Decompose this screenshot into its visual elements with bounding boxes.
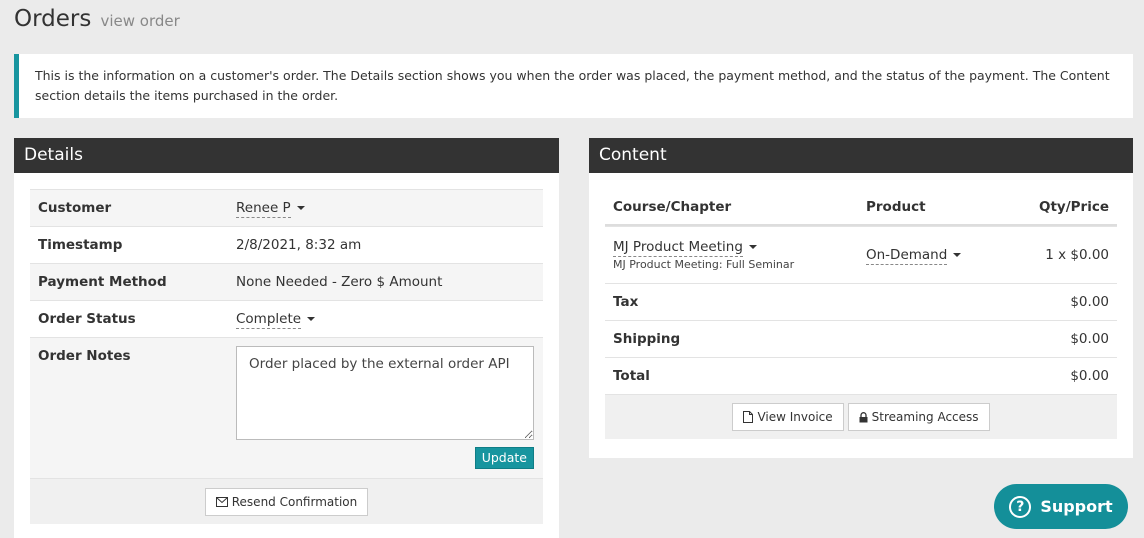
details-heading: Details: [14, 138, 559, 173]
customer-dropdown[interactable]: Renee P: [236, 190, 543, 226]
status-dropdown[interactable]: Complete: [236, 301, 543, 337]
tax-value: $0.00: [1070, 294, 1109, 310]
customer-row: Customer Renee P: [30, 189, 543, 226]
status-row: Order Status Complete: [30, 300, 543, 337]
file-icon: [743, 411, 754, 423]
details-table: Customer Renee P Timestamp 2/8/2021, 8:3…: [30, 189, 543, 524]
status-value[interactable]: Complete: [236, 311, 302, 329]
caret-down-icon[interactable]: [748, 245, 757, 249]
info-callout: This is the information on a customer's …: [14, 54, 1133, 118]
timestamp-row: Timestamp 2/8/2021, 8:32 am: [30, 226, 543, 263]
payment-row: Payment Method None Needed - Zero $ Amou…: [30, 263, 543, 300]
resend-confirmation-label: Resend Confirmation: [231, 494, 358, 509]
support-label: Support: [1040, 497, 1113, 516]
table-row: MJ Product Meeting MJ Product Meeting: F…: [605, 226, 1117, 283]
view-invoice-button[interactable]: View Invoice: [732, 403, 844, 431]
qty-price-value: 1 x $0.00: [1045, 247, 1109, 263]
customer-label: Customer: [38, 200, 112, 216]
question-circle-icon: ?: [1009, 495, 1032, 518]
info-text: This is the information on a customer's …: [35, 68, 1110, 103]
chapter-name: MJ Product Meeting: Full Seminar: [613, 258, 795, 271]
page-header: Orders view order: [14, 6, 180, 32]
resend-confirmation-button[interactable]: Resend Confirmation: [204, 487, 369, 516]
course-value[interactable]: MJ Product Meeting: [613, 239, 743, 257]
tax-row: Tax $0.00: [605, 283, 1117, 320]
payment-label: Payment Method: [38, 274, 167, 290]
content-panel: Content Course/Chapter Product Qty/Price…: [589, 138, 1133, 458]
timestamp-value: 2/8/2021, 8:32 am: [236, 237, 362, 253]
status-label: Order Status: [38, 311, 136, 327]
lock-icon: [859, 411, 868, 422]
view-invoice-label: View Invoice: [757, 410, 833, 424]
timestamp-label: Timestamp: [38, 237, 123, 253]
content-heading: Content: [589, 138, 1133, 173]
update-button[interactable]: Update: [474, 447, 534, 469]
column-qty-price: Qty/Price: [1039, 198, 1109, 215]
course-dropdown[interactable]: MJ Product Meeting: [613, 239, 866, 257]
streaming-access-button[interactable]: Streaming Access: [847, 403, 990, 431]
product-dropdown[interactable]: On-Demand: [866, 247, 1006, 265]
caret-down-icon[interactable]: [296, 206, 305, 210]
details-footer: Resend Confirmation: [30, 478, 543, 524]
notes-label: Order Notes: [38, 348, 131, 364]
total-row: Total $0.00: [605, 357, 1117, 394]
tax-label: Tax: [613, 294, 639, 310]
page-subtitle: view order: [100, 12, 180, 30]
payment-value: None Needed - Zero $ Amount: [236, 274, 443, 290]
envelope-icon: [215, 496, 228, 507]
caret-down-icon[interactable]: [953, 253, 962, 257]
shipping-row: Shipping $0.00: [605, 320, 1117, 357]
streaming-access-label: Streaming Access: [871, 410, 979, 424]
order-notes-textarea[interactable]: Order placed by the external order API: [236, 346, 534, 440]
total-value: $0.00: [1070, 368, 1109, 384]
content-footer: View Invoice Streaming Access: [605, 394, 1117, 439]
product-value[interactable]: On-Demand: [866, 247, 948, 265]
content-table-header: Course/Chapter Product Qty/Price: [605, 189, 1117, 226]
customer-value[interactable]: Renee P: [236, 200, 291, 218]
support-button[interactable]: ? Support: [994, 484, 1128, 529]
column-course: Course/Chapter: [613, 198, 732, 215]
caret-down-icon[interactable]: [307, 317, 316, 321]
details-panel: Details Customer Renee P Timestamp 2/8/2…: [14, 138, 559, 538]
shipping-label: Shipping: [613, 331, 681, 347]
shipping-value: $0.00: [1070, 331, 1109, 347]
total-label: Total: [613, 368, 650, 384]
page-title: Orders: [14, 6, 92, 32]
column-product: Product: [866, 198, 926, 215]
content-table: Course/Chapter Product Qty/Price MJ Prod…: [605, 189, 1117, 439]
notes-row: Order Notes Order placed by the external…: [30, 337, 543, 478]
